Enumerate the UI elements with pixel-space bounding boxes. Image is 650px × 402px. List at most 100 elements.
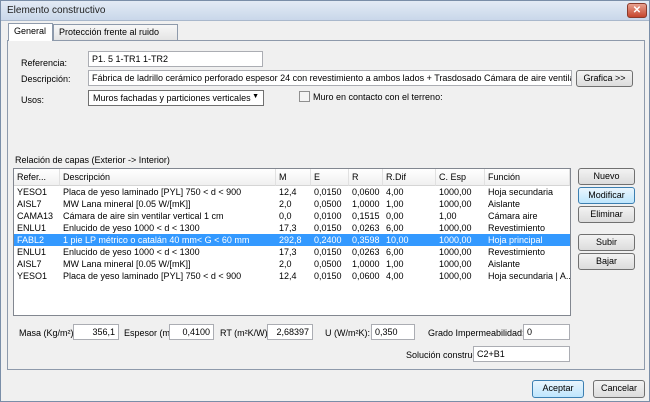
table-cell: 1,00 (386, 259, 404, 269)
table-cell: 0,00 (386, 211, 404, 221)
table-row[interactable]: ENLU1 Enlucido de yeso 1000 < d < 1300 17,… (14, 246, 570, 258)
column-header[interactable]: M (276, 169, 311, 186)
table-cell: Revestimiento (488, 247, 546, 257)
referencia-label: Referencia: (21, 58, 68, 68)
rt-value: 2,68397 (267, 324, 313, 340)
eliminar-button[interactable]: Eliminar (578, 206, 635, 223)
table-cell: CAMA13 (17, 211, 54, 221)
muro-terreno-checkbox[interactable] (299, 91, 310, 102)
nuevo-button[interactable]: Nuevo (578, 168, 635, 185)
tab-proteccion-ruido[interactable]: Protección frente al ruido (53, 24, 178, 40)
table-cell: 1000,00 (439, 271, 472, 281)
table-cell: 6,00 (386, 223, 404, 233)
title-bar[interactable]: Elemento constructivo ✕ (1, 1, 649, 21)
usos-select[interactable]: Muros fachadas y particiones verticales … (88, 90, 264, 106)
u-label: U (W/m²K): (325, 328, 370, 338)
table-cell: 10,00 (386, 235, 409, 245)
rt-label: RT (m²K/W): (220, 328, 271, 338)
table-row[interactable]: FABL2 1 pie LP métrico o catalán 40 mm< G… (14, 234, 570, 246)
table-cell: 1,00 (386, 199, 404, 209)
capas-caption: Relación de capas (Exterior -> Interior) (15, 155, 170, 165)
table-cell: 2,0 (279, 199, 292, 209)
column-header[interactable]: E (311, 169, 349, 186)
table-cell: 0,0263 (352, 223, 380, 233)
subir-button[interactable]: Subir (578, 234, 635, 251)
column-header[interactable]: R.Dif (383, 169, 436, 186)
table-cell: Cámara de aire sin ventilar vertical 1 c… (63, 211, 224, 221)
muro-terreno-label: Muro en contacto con el terreno: (313, 92, 443, 102)
table-cell: 1000,00 (439, 259, 472, 269)
table-cell: Placa de yeso laminado [PYL] 750 < d < 9… (63, 187, 242, 197)
table-cell: 4,00 (386, 187, 404, 197)
dialog-window: Elemento constructivo ✕ General Protecci… (0, 0, 650, 402)
table-cell: 2,0 (279, 259, 292, 269)
table-cell: ENLU1 (17, 223, 47, 233)
table-row[interactable]: YESO1 Placa de yeso laminado [PYL] 750 < … (14, 186, 570, 198)
espesor-label: Espesor (m): (124, 328, 176, 338)
table-cell: 1000,00 (439, 223, 472, 233)
table-row[interactable]: CAMA13 Cámara de aire sin ventilar vertic… (14, 210, 570, 222)
grado-input[interactable]: 0 (523, 324, 570, 340)
table-cell: MW Lana mineral [0.05 W/[mK]] (63, 199, 191, 209)
referencia-input[interactable]: P1. 5 1-TR1 1-TR2 (88, 51, 263, 67)
table-cell: 0,0150 (314, 247, 342, 257)
table-cell: 0,0500 (314, 199, 342, 209)
table-cell: Hoja principal (488, 235, 543, 245)
table-cell: 4,00 (386, 271, 404, 281)
table-cell: 0,0600 (352, 187, 380, 197)
table-cell: 17,3 (279, 223, 297, 233)
bajar-button[interactable]: Bajar (578, 253, 635, 270)
column-header[interactable]: R (349, 169, 383, 186)
layers-table[interactable]: Refer... Descripción M E R R.Dif C. Esp Función… (13, 168, 571, 316)
table-cell: FABL2 (17, 235, 45, 245)
u-value: 0,350 (371, 324, 415, 340)
table-cell: Aislante (488, 199, 521, 209)
table-cell: 0,0150 (314, 223, 342, 233)
table-cell: Aislante (488, 259, 521, 269)
table-cell: 0,3598 (352, 235, 380, 245)
table-cell: 0,0600 (352, 271, 380, 281)
window-title: Elemento constructivo (7, 5, 106, 16)
table-cell: ENLU1 (17, 247, 47, 257)
usos-label: Usos: (21, 95, 45, 105)
table-cell: 1000,00 (439, 199, 472, 209)
solucion-input[interactable]: C2+B1 (473, 346, 570, 362)
table-cell: 0,0100 (314, 211, 342, 221)
descripcion-label: Descripción: (21, 74, 71, 84)
descripcion-input[interactable]: Fábrica de ladrillo cerámico perforado e… (88, 70, 572, 86)
table-row[interactable]: YESO1 Placa de yeso laminado [PYL] 750 < … (14, 270, 570, 282)
table-cell: AISL7 (17, 259, 42, 269)
close-button[interactable]: ✕ (627, 3, 647, 18)
table-cell: 1000,00 (439, 247, 472, 257)
cancelar-button[interactable]: Cancelar (593, 380, 645, 398)
table-row[interactable]: AISL7 MW Lana mineral [0.05 W/[mK]] 2,0 0,0… (14, 258, 570, 270)
table-cell: 0,0263 (352, 247, 380, 257)
column-header[interactable]: Función (485, 169, 570, 186)
tab-general[interactable]: General (8, 23, 53, 41)
table-cell: 1,00 (439, 211, 457, 221)
grafica-button[interactable]: Grafica >> (576, 70, 633, 87)
table-cell: Hoja secundaria (488, 187, 554, 197)
table-cell: 0,0500 (314, 259, 342, 269)
column-header[interactable]: C. Esp (436, 169, 485, 186)
column-header[interactable]: Refer... (14, 169, 60, 186)
chevron-down-icon: ▼ (252, 93, 259, 100)
modificar-button[interactable]: Modificar (578, 187, 635, 204)
table-cell: 0,0 (279, 211, 292, 221)
usos-select-value: Muros fachadas y particiones verticales (93, 93, 251, 103)
aceptar-button[interactable]: Aceptar (532, 380, 584, 398)
table-cell: YESO1 (17, 187, 48, 197)
table-cell: 1 pie LP métrico o catalán 40 mm< G < 60… (63, 235, 250, 245)
table-cell: 1000,00 (439, 187, 472, 197)
table-cell: 6,00 (386, 247, 404, 257)
table-cell: 0,1515 (352, 211, 380, 221)
table-cell: 0,2400 (314, 235, 342, 245)
grado-label: Grado Impermeabilidad: (428, 328, 525, 338)
table-row[interactable]: ENLU1 Enlucido de yeso 1000 < d < 1300 17,… (14, 222, 570, 234)
table-cell: Cámara aire (488, 211, 538, 221)
espesor-value: 0,4100 (169, 324, 214, 340)
table-cell: YESO1 (17, 271, 48, 281)
table-row[interactable]: AISL7 MW Lana mineral [0.05 W/[mK]] 2,0 0,0… (14, 198, 570, 210)
table-cell: 292,8 (279, 235, 302, 245)
column-header[interactable]: Descripción (60, 169, 276, 186)
